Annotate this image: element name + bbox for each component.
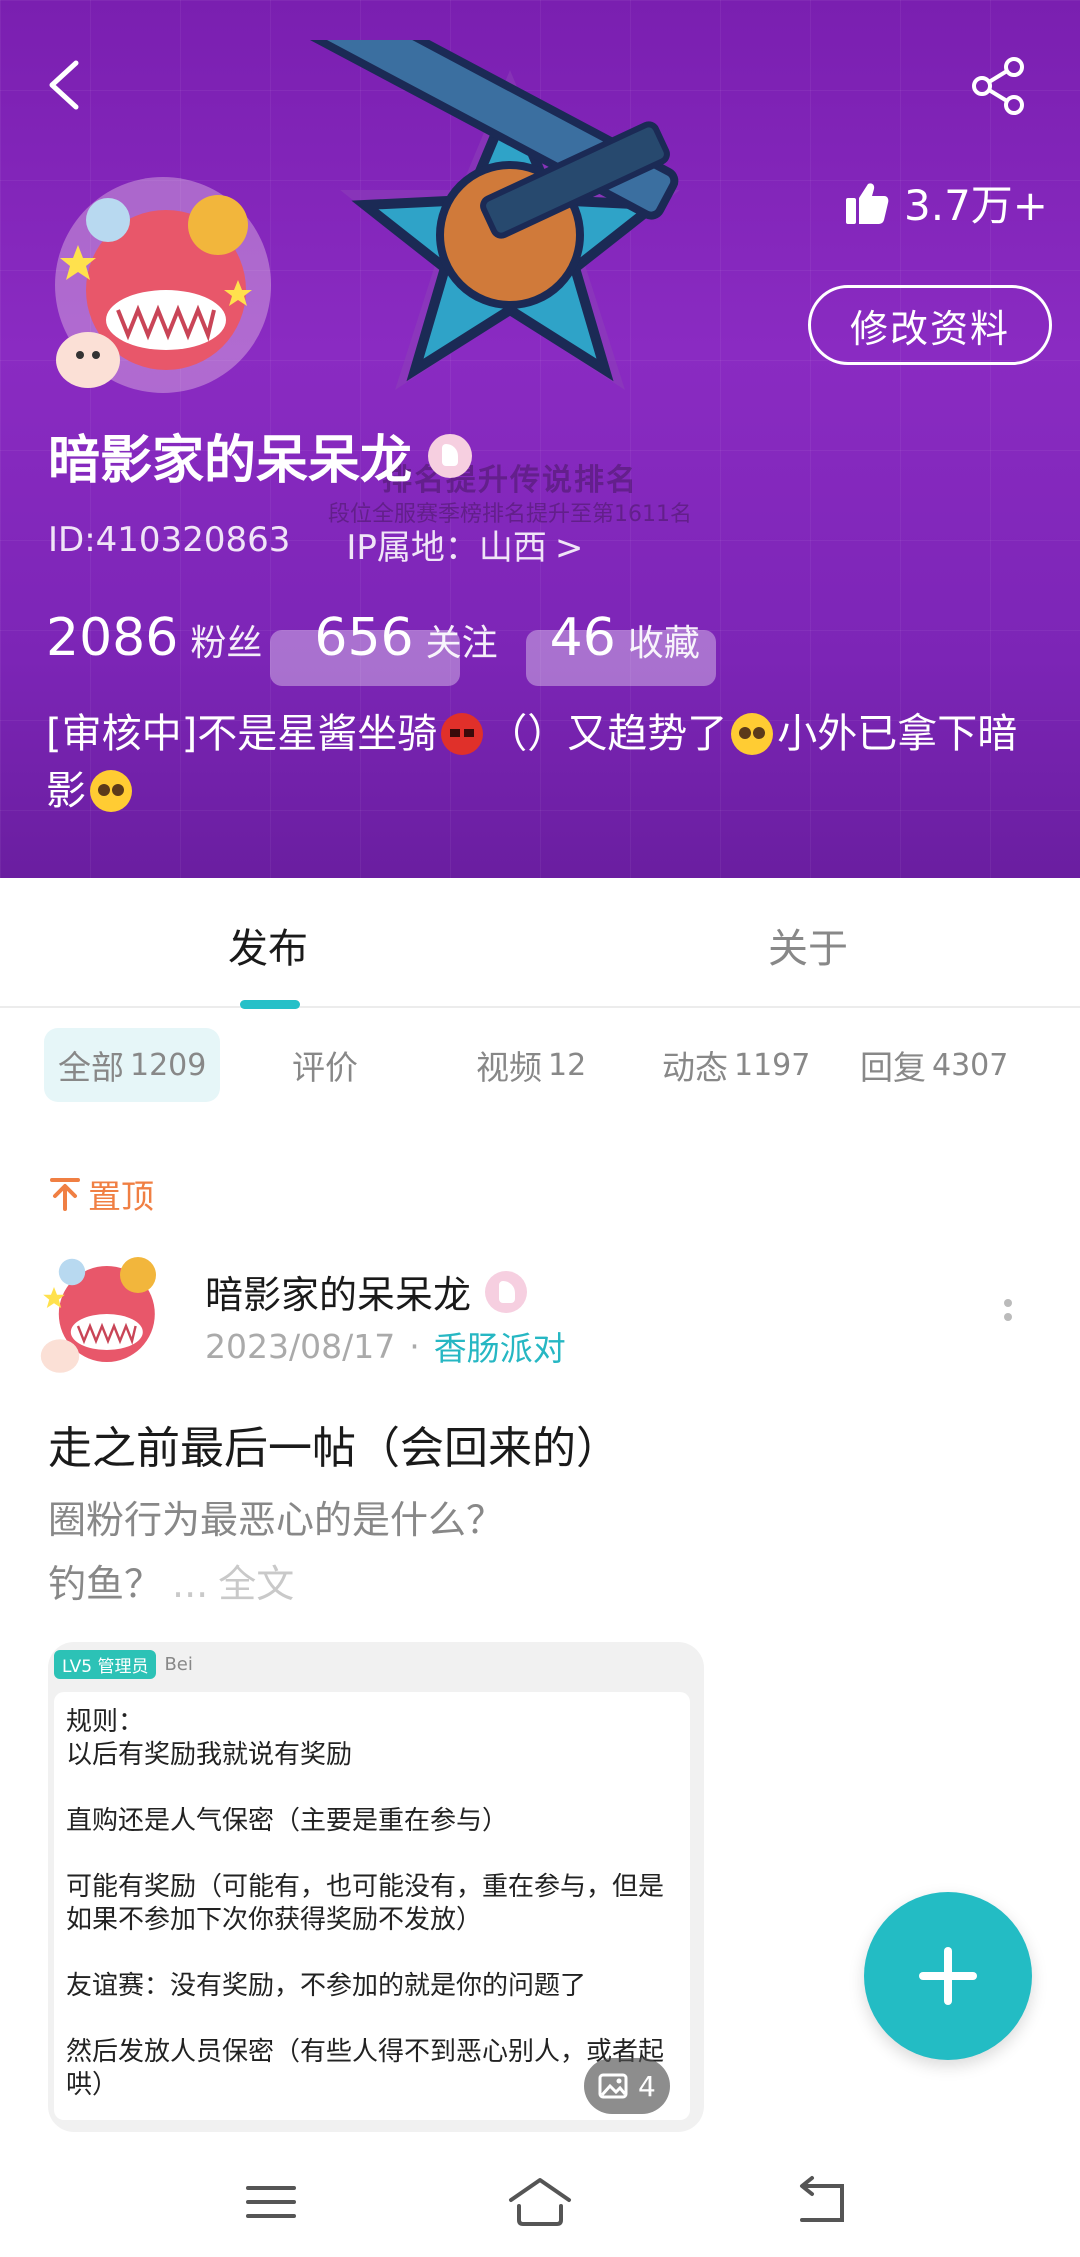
tab-about[interactable]: 关于 [768, 916, 848, 974]
main-tabs: 发布 关于 [0, 878, 1080, 1008]
pinned-label: 置顶 [50, 1170, 154, 1218]
home-icon[interactable] [505, 2172, 575, 2232]
post-date: 2023/08/17 [205, 1326, 396, 1366]
bio-text-2: （）又趋势了 [487, 711, 728, 757]
return-icon[interactable] [788, 2172, 858, 2232]
filter-tab-label: 全部 [58, 1048, 124, 1087]
admin-name: Bei [164, 1654, 193, 1675]
create-post-button[interactable] [864, 1892, 1032, 2060]
username: 暗影家的呆呆龙 [48, 418, 473, 493]
followers-count[interactable]: 2086 [46, 608, 178, 668]
thumbs-up-icon [846, 182, 889, 224]
filter-tab-label: 视频 [476, 1048, 542, 1087]
filter-tab-count: 12 [548, 1047, 587, 1083]
user-id: ID:410320863 [48, 520, 291, 560]
followers-label[interactable]: 粉丝 [190, 614, 262, 666]
post-excerpt-line: 圈粉行为最恶心的是什么？ [48, 1498, 505, 1542]
tab-indicator [240, 1000, 300, 1009]
ip-location[interactable]: IP属地：山西 > [346, 520, 583, 569]
post-author-name: 暗影家的呆呆龙 [205, 1273, 472, 1317]
filter-tab-videos[interactable]: 视频 12 [476, 1028, 586, 1102]
filter-tab-count: 4307 [932, 1047, 1009, 1083]
pleading-face-icon [90, 770, 132, 812]
filter-tab-all[interactable]: 全部 1209 [44, 1028, 221, 1102]
share-icon[interactable] [968, 55, 1030, 117]
post-excerpt[interactable]: 圈粉行为最恶心的是什么？ 钓鱼？... 全文 [48, 1488, 1008, 1616]
filter-tab-replies[interactable]: 回复 4307 [860, 1028, 1008, 1102]
filter-tab-count: 1209 [130, 1047, 207, 1083]
post-author-avatar[interactable] [36, 1242, 174, 1380]
filter-tab-label: 动态 [662, 1048, 728, 1087]
bio-text-1: [审核中]不是星酱坐骑 [46, 711, 438, 757]
avatar[interactable] [48, 170, 278, 400]
filter-tab-label: 评价 [292, 1048, 358, 1087]
back-icon[interactable] [40, 55, 90, 115]
following-count[interactable]: 656 [314, 608, 413, 668]
level-badge-icon [485, 1270, 528, 1313]
chevron-right-icon: > [554, 528, 584, 568]
favorites-label[interactable]: 收藏 [628, 614, 700, 666]
post-circle-link[interactable]: 香肠派对 [434, 1322, 566, 1370]
image-count: 4 [638, 2069, 656, 2103]
profile-bio: [审核中]不是星酱坐骑 （）又趋势了 小外已拿下暗影 [46, 706, 1046, 820]
pinned-text: 置顶 [88, 1177, 154, 1216]
separator-dot: · [409, 1326, 420, 1366]
favorites-count[interactable]: 46 [550, 608, 616, 668]
image-text-content: 规则： 以后有奖励我就说有奖励 直购还是人气保密（主要是重在参与） 可能有奖励（… [54, 1692, 690, 2120]
filter-tab-count: 1197 [734, 1047, 811, 1083]
level-badge-icon [428, 433, 473, 478]
filter-tabs: 全部 1209 评价 视频 12 动态 1197 回复 4307 [0, 1028, 1080, 1128]
rank-badge-art [301, 40, 680, 390]
post-title[interactable]: 走之前最后一帖（会回来的） [48, 1412, 620, 1476]
following-label[interactable]: 关注 [426, 614, 498, 666]
likes-count: 3.7万+ [844, 172, 1048, 233]
menu-icon[interactable] [236, 2172, 306, 2232]
full-text-link[interactable]: 全文 [218, 1562, 294, 1606]
post-author[interactable]: 暗影家的呆呆龙 [205, 1264, 528, 1319]
filter-tab-reviews[interactable]: 评价 [292, 1028, 358, 1102]
filter-tab-label: 回复 [860, 1048, 926, 1087]
angry-face-icon [441, 713, 484, 755]
post-excerpt-line: 钓鱼？ [48, 1562, 163, 1606]
username-text: 暗影家的呆呆龙 [48, 431, 413, 491]
image-count-badge: 4 [584, 2058, 670, 2114]
pin-icon [50, 1178, 80, 1211]
edit-profile-button[interactable]: 修改资料 [808, 285, 1052, 365]
likes-value: 3.7万+ [904, 181, 1048, 230]
post-ellipsis: ... [172, 1562, 209, 1606]
profile-meta: ID:410320863 IP属地：山西 > [48, 520, 583, 569]
image-icon [598, 2073, 628, 2099]
pleading-face-icon [731, 713, 774, 755]
post-meta: 2023/08/17 · 香肠派对 [205, 1322, 566, 1370]
tab-publish[interactable]: 发布 [228, 916, 308, 974]
profile-banner: 排名提升传说排名 段位全服赛季榜排名提升至第1611名 3.7万+ 修改资料 暗… [0, 0, 1080, 878]
profile-stats: 2086 粉丝 656 关注 46 收藏 [46, 608, 752, 668]
more-icon[interactable] [996, 1295, 1020, 1335]
filter-tab-moments[interactable]: 动态 1197 [662, 1028, 810, 1102]
ip-location-text: IP属地：山西 [346, 528, 547, 568]
system-navigation-bar [0, 2150, 1080, 2257]
image-header: LV5 管理员 Bei [54, 1650, 193, 1679]
admin-tag: LV5 管理员 [54, 1650, 157, 1679]
